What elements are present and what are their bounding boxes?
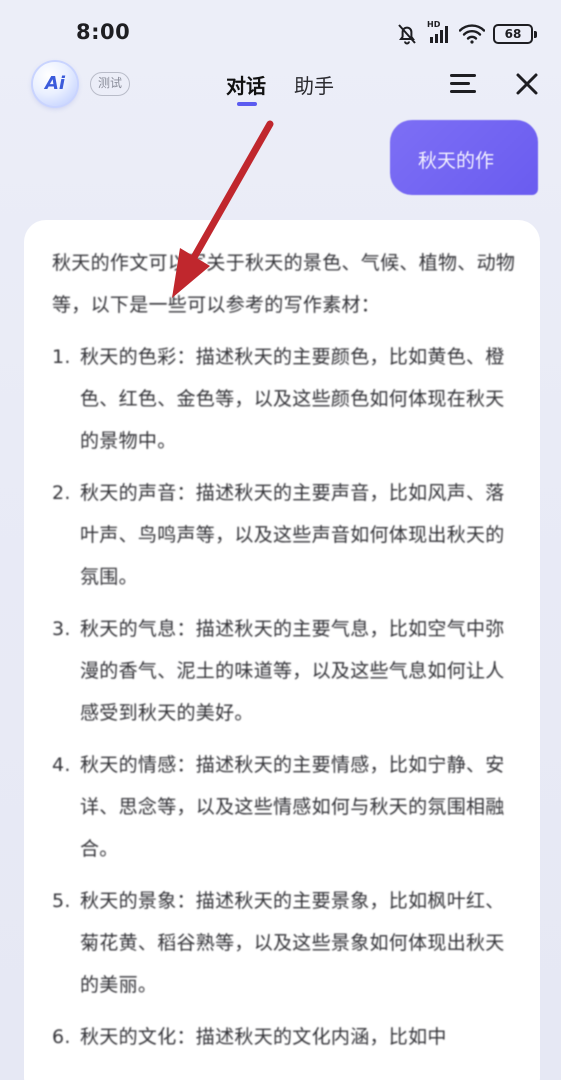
ai-logo-text: Ai [44, 73, 66, 94]
mute-bell-icon [395, 22, 419, 46]
menu-icon[interactable] [450, 72, 476, 96]
list-item-number: 2. [52, 482, 71, 504]
tab-assistant[interactable]: 助手 [294, 70, 334, 99]
list-item-number: 3. [52, 618, 71, 640]
battery-icon: 68 [493, 24, 537, 44]
list-item-text: 秋天的情感：描述秋天的主要情感，比如宁静、安详、思念等，以及这些情感如何与秋天的… [80, 754, 505, 860]
answer-list-item: 3. 秋天的气息：描述秋天的主要气息，比如空气中弥漫的香气、泥土的味道等，以及这… [52, 608, 516, 734]
list-item-text: 秋天的色彩：描述秋天的主要颜色，比如黄色、橙色、红色、金色等，以及这些颜色如何体… [80, 346, 505, 452]
ai-logo[interactable]: Ai [33, 62, 77, 106]
answer-intro: 秋天的作文可以写关于秋天的景色、气候、植物、动物等，以下是一些可以参考的写作素材… [52, 252, 516, 316]
answer-content: 秋天的作文可以写关于秋天的景色、气候、植物、动物等，以下是一些可以参考的写作素材… [52, 242, 516, 1058]
user-message-text: 秋天的作 [418, 150, 495, 172]
list-item-number: 1. [52, 346, 71, 368]
answer-list-item: 6. 秋天的文化：描述秋天的文化内涵，比如中 [52, 1016, 516, 1058]
close-icon[interactable] [512, 69, 542, 99]
list-item-text: 秋天的气息：描述秋天的主要气息，比如空气中弥漫的香气、泥土的味道等，以及这些气息… [80, 618, 505, 724]
list-item-text: 秋天的声音：描述秋天的主要声音，比如风声、落叶声、鸟鸣声等，以及这些声音如何体现… [80, 482, 505, 588]
test-badge: 测试 [90, 72, 131, 96]
signal-icon: HD [427, 20, 451, 45]
active-tab-indicator [237, 102, 257, 106]
status-bar: 8:00 HD 68 [0, 0, 561, 66]
answer-list-item: 4. 秋天的情感：描述秋天的主要情感，比如宁静、安详、思念等，以及这些情感如何与… [52, 744, 516, 870]
status-icons: HD 68 [395, 20, 537, 46]
list-item-text: 秋天的文化：描述秋天的文化内涵，比如中 [80, 1026, 447, 1048]
app-header: Ai 测试 对话 助手 [0, 60, 561, 110]
user-message-bubble[interactable]: 秋天的作 [390, 120, 538, 195]
answer-list-item: 5. 秋天的景象：描述秋天的主要景象，比如枫叶红、菊花黄、稻谷熟等，以及这些景象… [52, 880, 516, 1006]
hd-label: HD [427, 20, 441, 29]
answer-list-item: 1. 秋天的色彩：描述秋天的主要颜色，比如黄色、橙色、红色、金色等，以及这些颜色… [52, 336, 516, 462]
answer-list-item: 2. 秋天的声音：描述秋天的主要声音，比如风声、落叶声、鸟鸣声等，以及这些声音如… [52, 472, 516, 598]
list-item-number: 6. [52, 1026, 71, 1048]
list-item-number: 5. [52, 890, 71, 912]
tab-dialog[interactable]: 对话 [226, 70, 266, 99]
list-item-number: 4. [52, 754, 71, 776]
status-time: 8:00 [76, 20, 131, 44]
answer-card[interactable]: 秋天的作文可以写关于秋天的景色、气候、植物、动物等，以下是一些可以参考的写作素材… [24, 220, 540, 1080]
wifi-icon [459, 24, 485, 44]
list-item-text: 秋天的景象：描述秋天的主要景象，比如枫叶红、菊花黄、稻谷熟等，以及这些景象如何体… [80, 890, 505, 996]
